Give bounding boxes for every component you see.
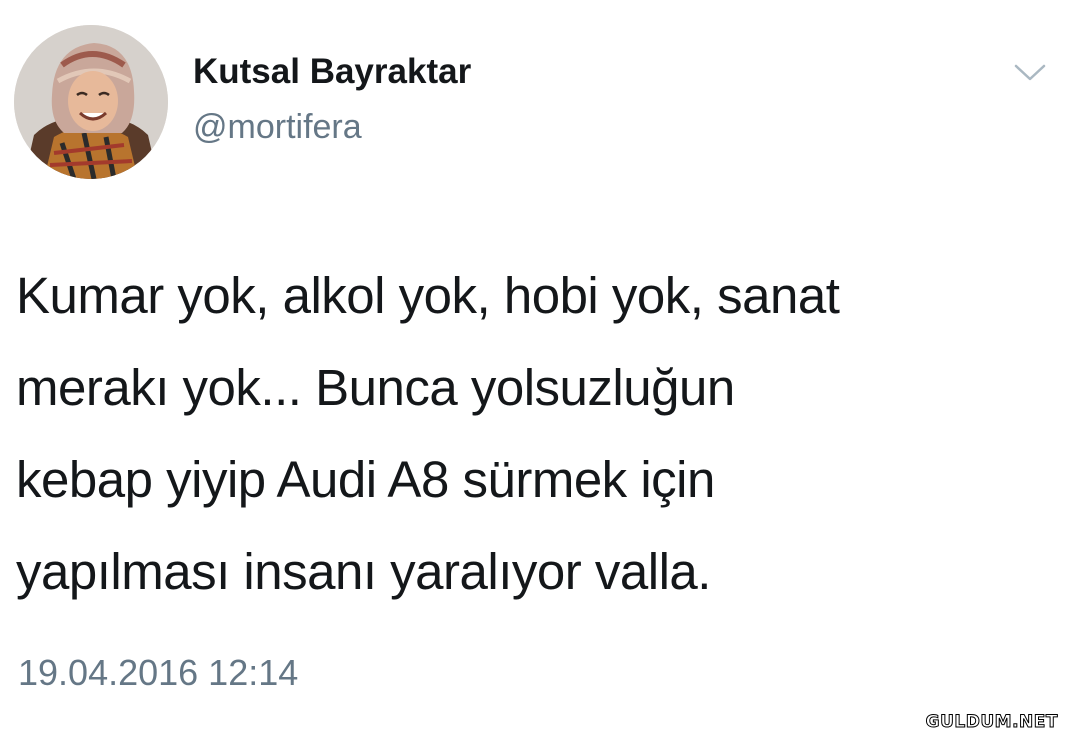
tweet-text-line: Kumar yok, alkol yok, hobi yok, sanat — [16, 267, 840, 324]
avatar[interactable] — [14, 25, 168, 179]
tweet-text-line: yapılması insanı yaralıyor valla. — [16, 543, 711, 600]
display-name[interactable]: Kutsal Bayraktar — [193, 52, 471, 92]
user-handle[interactable]: @mortifera — [193, 108, 362, 147]
chevron-down-icon[interactable] — [1012, 60, 1048, 84]
profile-photo — [14, 25, 168, 179]
watermark: GULDUM.NET — [925, 712, 1058, 733]
tweet-text: Kumar yok, alkol yok, hobi yok, sanat me… — [16, 250, 1016, 618]
tweet-text-line: merakı yok... Bunca yolsuzluğun — [16, 359, 735, 416]
tweet-text-line: kebap yiyip Audi A8 sürmek için — [16, 451, 715, 508]
tweet-timestamp[interactable]: 19.04.2016 12:14 — [18, 652, 298, 694]
